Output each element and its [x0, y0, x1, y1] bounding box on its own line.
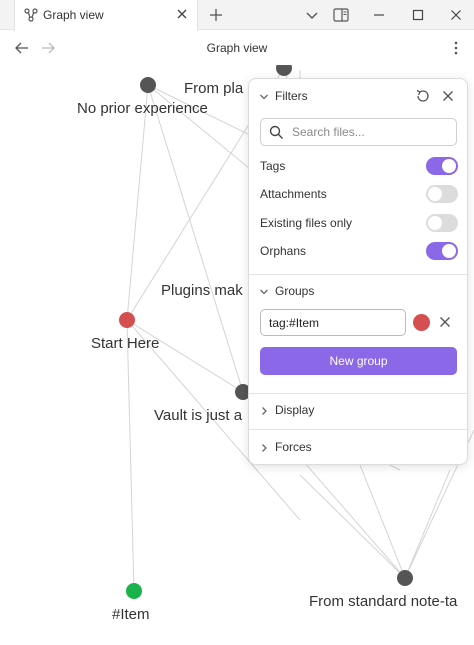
close-icon[interactable] [441, 89, 455, 103]
chevron-down-icon [306, 12, 318, 19]
chevron-right-icon [262, 407, 267, 415]
toggle-knob [428, 216, 442, 230]
graph-icon [24, 8, 38, 22]
node-label-vault: Vault is just a [154, 407, 243, 424]
group-query-input[interactable] [260, 309, 406, 336]
graph-node-item-tag[interactable] [126, 583, 142, 599]
node-label-item: #Item [112, 606, 150, 623]
search-box [260, 118, 457, 146]
sidebar-toggle-button[interactable] [332, 6, 350, 24]
forces-title: Forces [275, 440, 312, 454]
minimize-icon [374, 14, 384, 16]
node-label-no-prior-experience: No prior experience [77, 100, 208, 117]
divider [249, 429, 467, 430]
display-title: Display [275, 403, 315, 417]
minimize-button[interactable] [370, 6, 388, 24]
node-label-from-pla: From pla [184, 80, 244, 97]
node-label-start-here: Start Here [91, 335, 160, 352]
graph-node[interactable] [140, 77, 156, 93]
option-attachments: Attachments [249, 183, 467, 205]
toggle-existing-files-only[interactable] [426, 214, 458, 232]
plus-icon [210, 9, 222, 21]
search-icon [269, 125, 283, 139]
option-tags: Tags [249, 155, 467, 177]
more-options-icon[interactable] [448, 40, 464, 56]
group-color-swatch[interactable] [413, 314, 430, 331]
option-label: Existing files only [260, 216, 353, 230]
option-label: Orphans [260, 244, 307, 258]
maximize-icon [412, 9, 424, 21]
option-orphans: Orphans [249, 240, 467, 262]
filters-title: Filters [275, 89, 308, 103]
display-section-header[interactable]: Display [249, 401, 467, 421]
groups-title: Groups [275, 284, 315, 298]
graph-settings-panel: Filters Tags Attachments Existing files … [248, 78, 468, 465]
toggle-knob [442, 244, 456, 258]
tab-title: Graph view [43, 8, 104, 22]
node-label-plugins-mak: Plugins mak [161, 282, 243, 299]
tab-graph-view[interactable]: Graph view [14, 0, 198, 31]
forces-section-header[interactable]: Forces [249, 438, 467, 458]
reset-icon[interactable] [415, 88, 431, 104]
window-close-button[interactable] [447, 6, 465, 24]
filters-section-header[interactable]: Filters [249, 87, 467, 107]
toggle-tags[interactable] [426, 157, 458, 175]
node-label-from-standard: From standard note-ta [309, 593, 458, 610]
option-existing-files-only: Existing files only [249, 212, 467, 234]
sidebar-icon [333, 8, 349, 22]
divider [249, 274, 467, 275]
toggle-attachments[interactable] [426, 185, 458, 203]
toggle-knob [442, 159, 456, 173]
chevron-down-icon [260, 94, 268, 100]
chevron-down-icon [260, 289, 268, 295]
toggle-orphans[interactable] [426, 242, 458, 260]
option-label: Attachments [260, 187, 327, 201]
graph-node[interactable] [397, 570, 413, 586]
groups-section-header[interactable]: Groups [249, 282, 467, 302]
graph-node-start-here[interactable] [119, 312, 135, 328]
new-group-button[interactable]: New group [260, 347, 457, 375]
chevron-right-icon [262, 444, 267, 452]
tab-list-button[interactable] [303, 6, 321, 24]
close-icon[interactable] [175, 7, 189, 21]
nav-bar: Graph view [0, 31, 474, 65]
option-label: Tags [260, 159, 286, 173]
divider [249, 393, 467, 394]
maximize-button[interactable] [409, 6, 427, 24]
graph-node[interactable] [276, 65, 292, 76]
close-icon [451, 10, 461, 20]
view-title: Graph view [206, 41, 268, 55]
toggle-knob [428, 187, 442, 201]
close-icon[interactable] [439, 316, 451, 328]
new-tab-button[interactable] [207, 6, 225, 24]
search-input[interactable] [292, 123, 452, 141]
title-bar: Graph view [0, 0, 474, 31]
